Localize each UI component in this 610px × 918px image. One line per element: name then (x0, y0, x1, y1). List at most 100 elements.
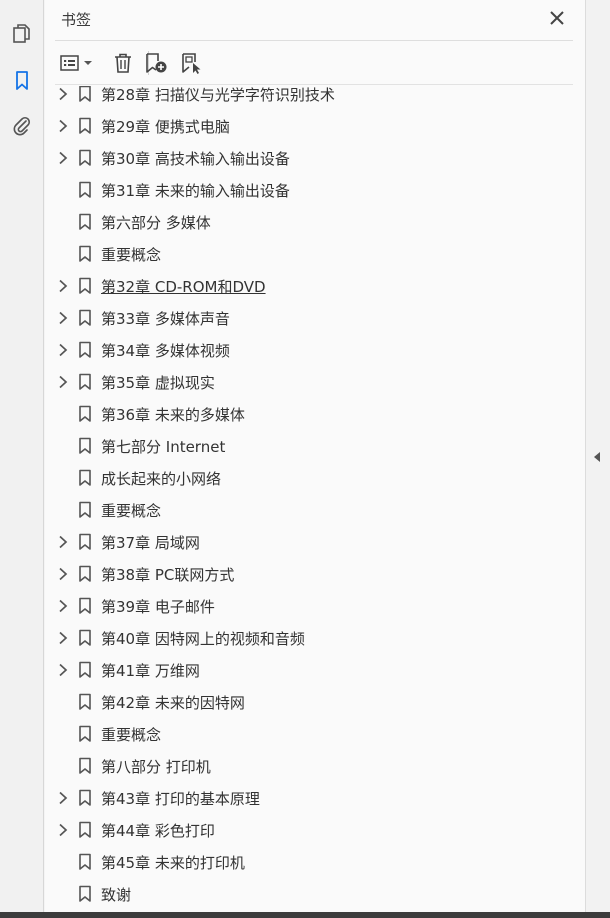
bookmark-icon (78, 341, 92, 359)
bookmark-icon (78, 86, 92, 103)
chevron-right-icon[interactable] (55, 566, 71, 582)
chevron-right-icon[interactable] (55, 534, 71, 550)
bookmark-item[interactable]: 成长起来的小网络 (45, 462, 563, 494)
bookmark-item[interactable]: 第44章 彩色打印 (45, 814, 563, 846)
bookmark-label: 成长起来的小网络 (101, 470, 222, 488)
bookmark-icon (78, 533, 92, 551)
bookmark-label: 第32章 CD-ROM和DVD (101, 278, 266, 296)
bookmark-item[interactable]: 第45章 未来的打印机 (45, 846, 563, 878)
bookmark-icon (78, 821, 92, 839)
bookmark-icon (78, 149, 92, 167)
bookmark-item[interactable]: 致谢 (45, 878, 563, 910)
collapse-panel-icon[interactable] (592, 450, 602, 464)
bookmark-item[interactable]: 重要概念 (45, 238, 563, 270)
bookmark-label: 第34章 多媒体视频 (101, 342, 230, 360)
bookmark-icon (78, 661, 92, 679)
bookmark-icon (78, 181, 92, 199)
divider (55, 84, 573, 85)
bookmarks-icon[interactable] (11, 70, 33, 92)
bookmark-icon (78, 245, 92, 263)
bookmark-icon (78, 565, 92, 583)
bookmark-label: 第30章 高技术输入输出设备 (101, 150, 290, 168)
bookmark-icon (78, 213, 92, 231)
bookmark-item[interactable]: 第36章 未来的多媒体 (45, 398, 563, 430)
bookmark-icon (78, 437, 92, 455)
bookmark-label: 重要概念 (101, 726, 162, 744)
divider (55, 40, 573, 41)
bookmark-label: 第40章 因特网上的视频和音频 (101, 630, 305, 648)
bookmark-item[interactable]: 第37章 局域网 (45, 526, 563, 558)
bookmark-label: 第38章 PC联网方式 (101, 566, 235, 584)
bookmark-item[interactable]: 第33章 多媒体声音 (45, 302, 563, 334)
bookmark-item[interactable]: 第31章 未来的输入输出设备 (45, 174, 563, 206)
panel-title: 书签 (61, 11, 92, 29)
delete-bookmark-icon[interactable] (111, 50, 135, 76)
bookmark-item[interactable]: 第40章 因特网上的视频和音频 (45, 622, 563, 654)
bookmark-item[interactable]: 第32章 CD-ROM和DVD (45, 270, 563, 302)
chevron-right-icon[interactable] (55, 822, 71, 838)
close-icon[interactable] (548, 9, 566, 27)
bookmark-label: 第八部分 打印机 (101, 758, 211, 776)
bookmark-label: 第七部分 Internet (101, 438, 226, 456)
bookmark-icon (78, 629, 92, 647)
bookmark-label: 第43章 打印的基本原理 (101, 790, 260, 808)
chevron-right-icon[interactable] (55, 790, 71, 806)
bookmark-icon (78, 469, 92, 487)
bookmarks-toolbar (55, 44, 573, 84)
new-bookmark-from-structure-icon[interactable] (179, 50, 205, 76)
bookmark-item[interactable]: 第39章 电子邮件 (45, 590, 563, 622)
chevron-right-icon[interactable] (55, 310, 71, 326)
bookmark-item[interactable]: 第29章 便携式电脑 (45, 110, 563, 142)
bookmark-item[interactable]: 重要概念 (45, 718, 563, 750)
chevron-right-icon[interactable] (55, 86, 71, 102)
chevron-right-icon[interactable] (55, 118, 71, 134)
attachments-icon[interactable] (11, 115, 33, 137)
bookmark-label: 第42章 未来的因特网 (101, 694, 245, 712)
bookmark-icon (78, 725, 92, 743)
bookmark-icon (78, 277, 92, 295)
bookmark-item[interactable]: 第42章 未来的因特网 (45, 686, 563, 718)
chevron-right-icon[interactable] (55, 342, 71, 358)
bookmark-item[interactable]: 第41章 万维网 (45, 654, 563, 686)
bookmark-item[interactable]: 第43章 打印的基本原理 (45, 782, 563, 814)
bookmark-label: 第36章 未来的多媒体 (101, 406, 245, 424)
chevron-right-icon[interactable] (55, 630, 71, 646)
bookmark-label: 第41章 万维网 (101, 662, 200, 680)
bookmark-label: 重要概念 (101, 246, 162, 264)
bookmark-item[interactable]: 第30章 高技术输入输出设备 (45, 142, 563, 174)
bookmark-item[interactable]: 第34章 多媒体视频 (45, 334, 563, 366)
bookmark-tree: 第28章 扫描仪与光学字符识别技术 第29章 便携式电脑第30章 高技术输入输出设… (45, 86, 563, 912)
bookmark-icon (78, 501, 92, 519)
bookmark-item[interactable]: 第35章 虚拟现实 (45, 366, 563, 398)
bookmark-label: 致谢 (101, 886, 132, 904)
bookmark-label: 第37章 局域网 (101, 534, 200, 552)
bookmark-item[interactable]: 第七部分 Internet (45, 430, 563, 462)
bookmark-label: 第29章 便携式电脑 (101, 118, 230, 136)
bookmark-label: 重要概念 (101, 502, 162, 520)
bookmark-label: 第六部分 多媒体 (101, 214, 211, 232)
bottom-edge (0, 912, 610, 918)
bookmark-icon (78, 405, 92, 423)
chevron-right-icon[interactable] (55, 150, 71, 166)
options-menu-button[interactable] (59, 50, 95, 76)
bookmark-label: 第28章 扫描仪与光学字符识别技术 (101, 86, 335, 104)
chevron-right-icon[interactable] (55, 374, 71, 390)
bookmark-item[interactable]: 第八部分 打印机 (45, 750, 563, 782)
chevron-right-icon[interactable] (55, 662, 71, 678)
bookmark-item[interactable]: 第28章 扫描仪与光学字符识别技术 (45, 86, 563, 110)
bookmark-label: 第35章 虚拟现实 (101, 374, 215, 392)
bookmark-item[interactable]: 重要概念 (45, 494, 563, 526)
bookmark-item[interactable]: 第六部分 多媒体 (45, 206, 563, 238)
bookmark-icon (78, 789, 92, 807)
bookmark-icon (78, 885, 92, 903)
bookmark-icon (78, 757, 92, 775)
chevron-right-icon[interactable] (55, 598, 71, 614)
pages-icon[interactable] (11, 23, 33, 45)
panel-splitter[interactable] (585, 0, 610, 918)
bookmarks-panel: 书签 第28章 扫描仪与光学字符识别技术 第29章 便携式电脑 第30章 高技术… (45, 0, 610, 912)
bookmark-item[interactable]: 第38章 PC联网方式 (45, 558, 563, 590)
bookmark-label: 第44章 彩色打印 (101, 822, 215, 840)
bookmark-label: 第31章 未来的输入输出设备 (101, 182, 290, 200)
new-bookmark-icon[interactable] (143, 50, 169, 76)
chevron-right-icon[interactable] (55, 278, 71, 294)
